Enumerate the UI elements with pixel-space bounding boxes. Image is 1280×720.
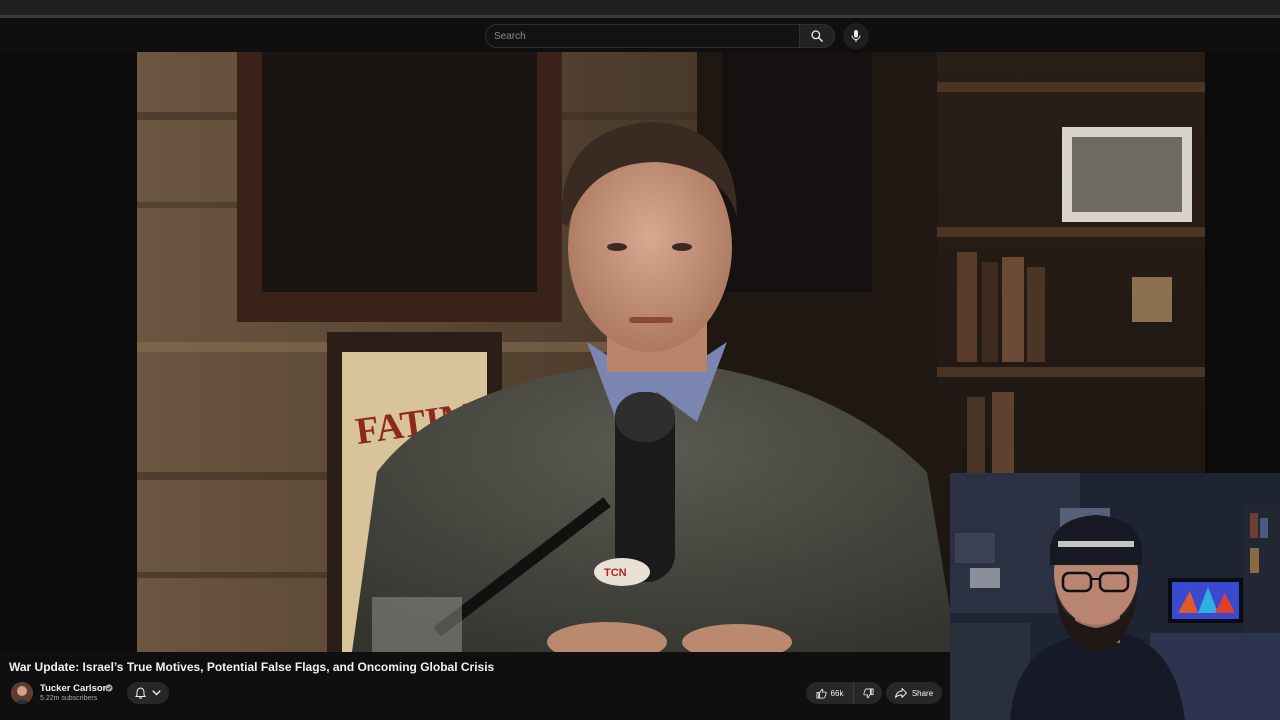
like-count: 66k bbox=[830, 688, 844, 698]
notification-bell-button[interactable] bbox=[127, 682, 169, 704]
channel-name[interactable]: Tucker Carlson bbox=[40, 683, 108, 694]
search-input[interactable] bbox=[494, 25, 790, 47]
share-arrow-icon bbox=[894, 688, 907, 698]
verified-check-icon bbox=[105, 684, 113, 692]
search-box[interactable] bbox=[485, 24, 799, 48]
thumbs-up-icon bbox=[816, 688, 827, 698]
subscriber-count: 5.22m subscribers bbox=[40, 695, 98, 702]
video-title: War Update: Israel’s True Motives, Poten… bbox=[9, 660, 495, 674]
avatar-image bbox=[11, 682, 33, 704]
microphone-icon bbox=[851, 30, 861, 42]
voice-search-button[interactable] bbox=[843, 23, 869, 49]
like-dislike-group: 66k bbox=[806, 682, 882, 704]
bell-icon bbox=[135, 687, 146, 699]
page: FATIMA TCN bbox=[0, 0, 1280, 720]
browser-top-edge bbox=[0, 0, 1280, 18]
thumbs-down-icon bbox=[862, 688, 873, 698]
dislike-button[interactable] bbox=[854, 682, 882, 704]
share-label: Share bbox=[911, 688, 934, 698]
webcam-overlay bbox=[950, 473, 1280, 720]
mic-brand-text: TCN bbox=[604, 567, 627, 579]
webcam-scene bbox=[950, 473, 1280, 720]
share-button[interactable]: Share bbox=[886, 682, 942, 704]
search-button[interactable] bbox=[799, 24, 835, 48]
video-info-bar: War Update: Israel’s True Motives, Poten… bbox=[0, 652, 950, 720]
like-button[interactable]: 66k bbox=[806, 682, 854, 704]
channel-avatar[interactable] bbox=[11, 682, 33, 704]
chevron-down-icon bbox=[152, 690, 161, 696]
masthead bbox=[0, 18, 1280, 52]
search-icon bbox=[811, 30, 823, 42]
